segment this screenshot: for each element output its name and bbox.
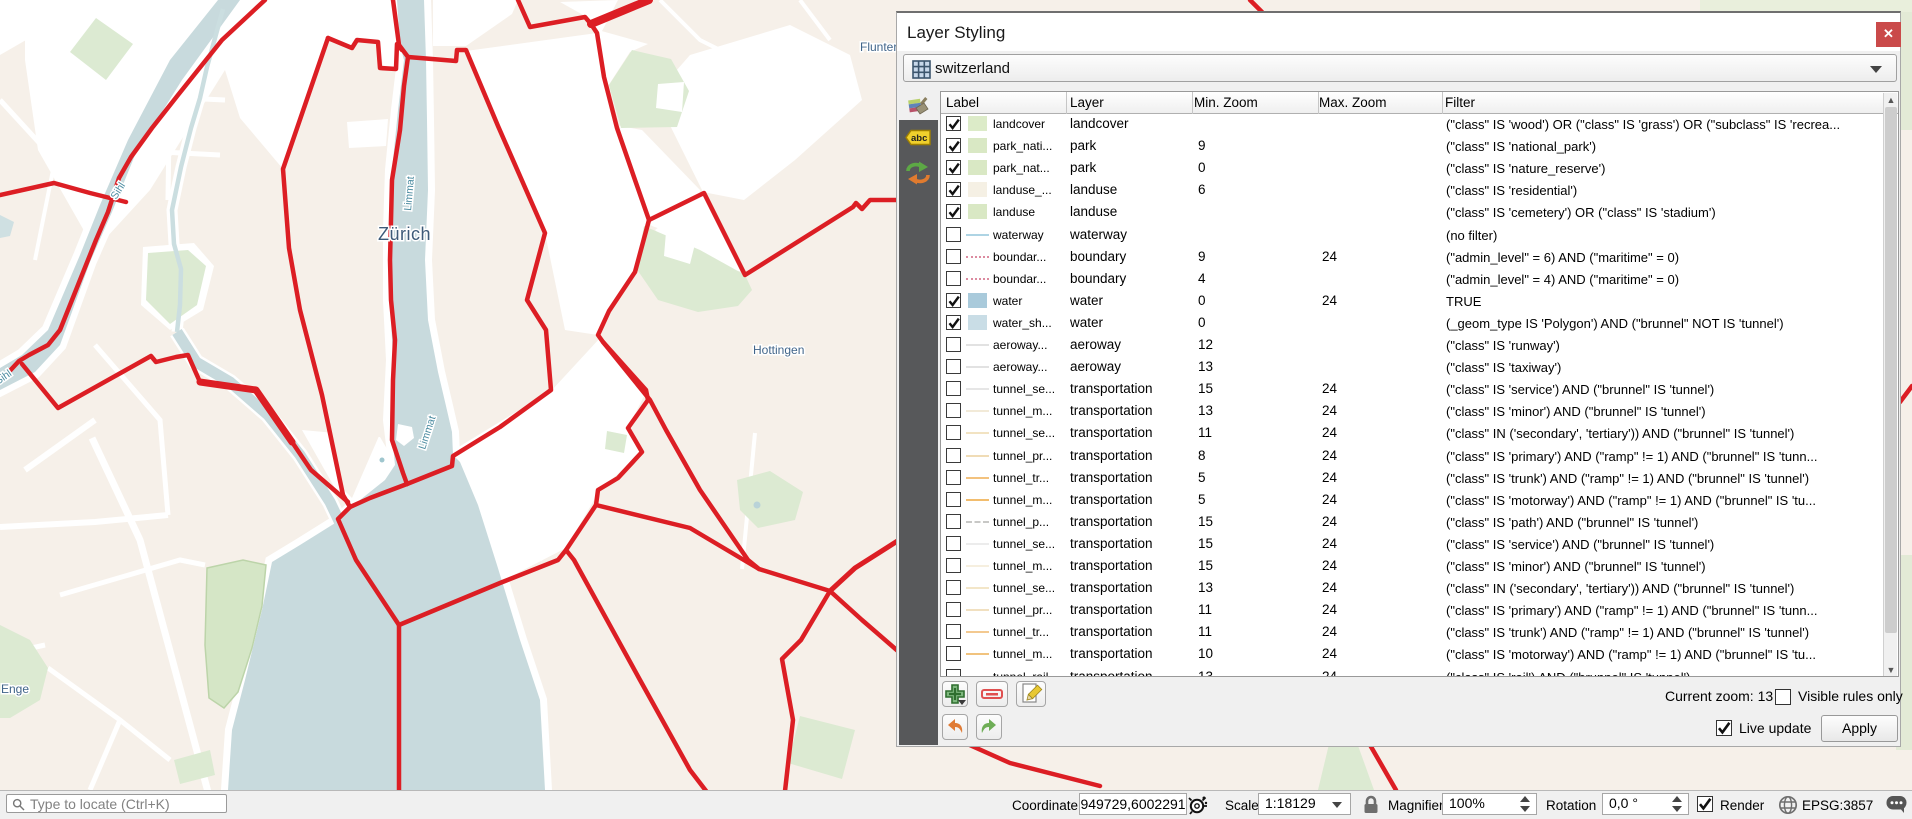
svg-text:Enge: Enge — [1, 682, 29, 696]
svg-text:abc: abc — [911, 133, 927, 144]
svg-text:Zürich: Zürich — [378, 224, 431, 244]
svg-text:Hottingen: Hottingen — [753, 343, 804, 357]
